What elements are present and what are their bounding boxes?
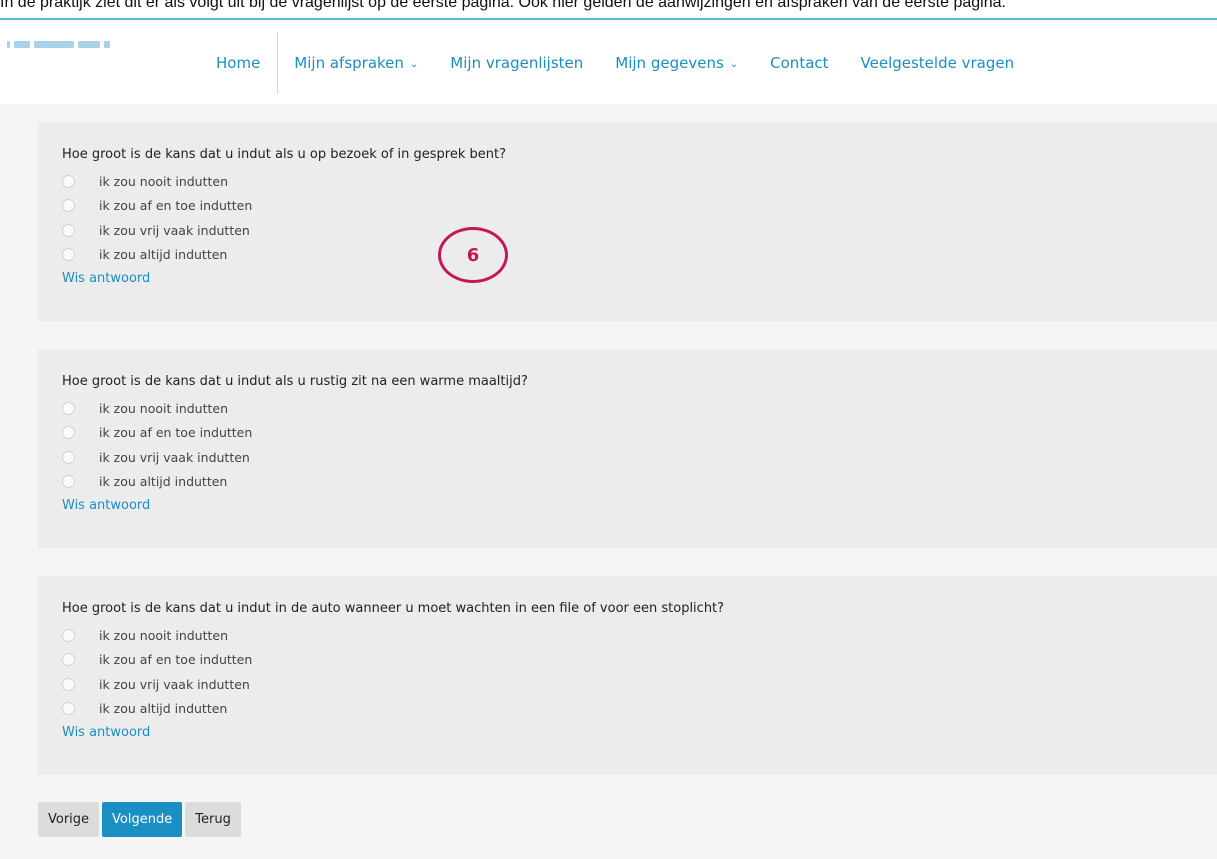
answer-option[interactable]: ik zou nooit indutten [62,169,1217,194]
clear-answer-link[interactable]: Wis antwoord [62,725,150,740]
pagination-buttons: Vorige Volgende Terug [38,802,241,837]
answer-option[interactable]: ik zou altijd indutten [62,243,1217,268]
question-block: Hoe groot is de kans dat u indut als u o… [38,122,1217,321]
answer-option[interactable]: ik zou nooit indutten [62,396,1217,421]
answer-option[interactable]: ik zou vrij vaak indutten [62,445,1217,470]
nav-mijn-vragenlijsten[interactable]: Mijn vragenlijsten [434,54,599,72]
radio-button[interactable] [62,223,75,237]
answer-option[interactable]: ik zou nooit indutten [62,623,1217,648]
option-label: ik zou af en toe indutten [99,652,253,668]
option-label: ik zou altijd indutten [99,474,228,490]
question-text: Hoe groot is de kans dat u indut in de a… [62,601,725,616]
chevron-down-icon: ⌄ [729,58,739,70]
answer-option[interactable]: ik zou af en toe indutten [62,421,1217,446]
option-label: ik zou altijd indutten [99,247,228,263]
answer-option[interactable]: ik zou altijd indutten [62,697,1217,722]
clear-answer-link[interactable]: Wis antwoord [62,271,150,286]
option-label: ik zou vrij vaak indutten [99,222,250,238]
next-button[interactable]: Volgende [102,802,183,837]
radio-button[interactable] [62,475,75,489]
previous-button[interactable]: Vorige [38,802,100,837]
question-block: Hoe groot is de kans dat u indut als u r… [38,349,1217,548]
option-label: ik zou nooit indutten [99,173,229,189]
answer-option[interactable]: ik zou vrij vaak indutten [62,672,1217,697]
question-text: Hoe groot is de kans dat u indut als u o… [62,147,507,162]
radio-button[interactable] [62,248,75,262]
nav-mijn-gegevens[interactable]: Mijn gegevens ⌄ [599,54,754,72]
top-navbar: Home Mijn afspraken ⌄ Mijn vragenlijsten … [0,18,1217,104]
back-button[interactable]: Terug [185,802,241,837]
option-label: ik zou nooit indutten [99,400,229,416]
radio-button[interactable] [62,401,75,415]
nav-faq-label: Veelgestelde vragen [860,54,1015,72]
answer-option[interactable]: ik zou vrij vaak indutten [62,218,1217,243]
nav-afspraken-label: Mijn afspraken [294,54,404,72]
option-label: ik zou nooit indutten [99,627,229,643]
nav-contact[interactable]: Contact [754,54,844,72]
option-label: ik zou vrij vaak indutten [99,676,250,692]
radio-button[interactable] [62,702,75,716]
nav-contact-label: Contact [770,54,829,72]
answer-option[interactable]: ik zou af en toe indutten [62,194,1217,219]
option-label: ik zou vrij vaak indutten [99,449,250,465]
nav-mijn-afspraken[interactable]: Mijn afspraken ⌄ [278,54,434,72]
radio-button[interactable] [62,174,75,188]
nav-home[interactable]: Home [200,32,279,94]
question-text: Hoe groot is de kans dat u indut als u r… [62,374,528,389]
main-nav: Home Mijn afspraken ⌄ Mijn vragenlijsten … [200,30,1030,96]
question-block: Hoe groot is de kans dat u indut in de a… [38,576,1217,775]
radio-button[interactable] [62,653,75,667]
answer-option[interactable]: ik zou altijd indutten [62,470,1217,495]
radio-button[interactable] [62,628,75,642]
option-label: ik zou altijd indutten [99,701,228,717]
radio-button[interactable] [62,199,75,213]
clear-answer-link[interactable]: Wis antwoord [62,498,150,513]
radio-button[interactable] [62,426,75,440]
nav-gegevens-label: Mijn gegevens [615,54,724,72]
option-label: ik zou af en toe indutten [99,198,253,214]
nav-home-label: Home [216,54,261,72]
chevron-down-icon: ⌄ [409,58,419,70]
nav-vragenlijsten-label: Mijn vragenlijsten [450,54,584,72]
radio-button[interactable] [62,450,75,464]
radio-button[interactable] [62,677,75,691]
nav-veelgestelde-vragen[interactable]: Veelgestelde vragen [845,54,1031,72]
answer-option[interactable]: ik zou af en toe indutten [62,648,1217,673]
intro-text: In de praktijk ziet dit er als volgt uit… [0,0,1006,11]
step-number-marker: 6 [438,227,508,283]
site-logo[interactable] [7,40,137,48]
option-label: ik zou af en toe indutten [99,425,253,441]
